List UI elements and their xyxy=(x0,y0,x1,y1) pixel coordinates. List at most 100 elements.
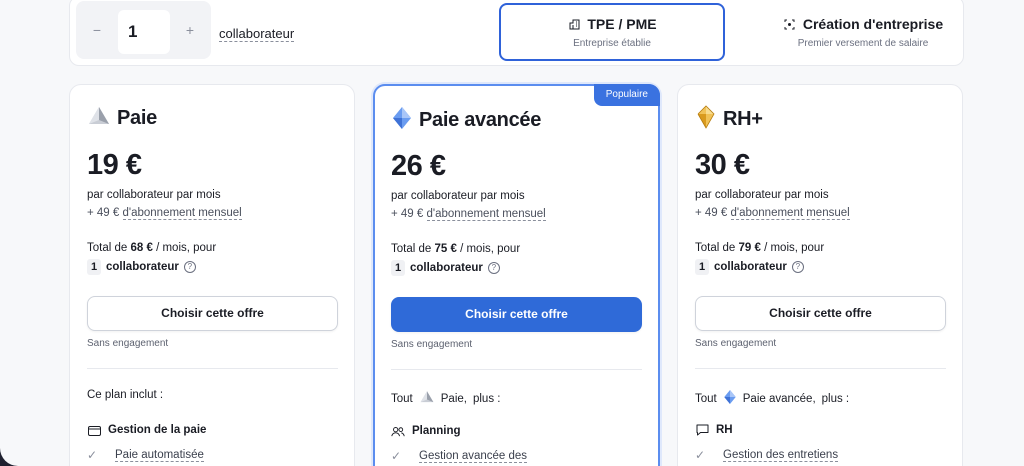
blue-gem-icon xyxy=(723,389,737,408)
tab-creation-entreprise[interactable]: Création d'entreprise Premier versement … xyxy=(750,3,976,61)
total-amount: 68 € xyxy=(130,242,153,254)
count-word: collaborateur xyxy=(410,262,483,274)
subscription-link[interactable]: d'abonnement mensuel xyxy=(730,207,850,220)
price-unit: par collaborateur par mois xyxy=(695,189,829,201)
sub-feature-label[interactable]: Gestion avancée des xyxy=(419,450,528,463)
sub-feature-label[interactable]: Gestion des entretiens xyxy=(723,449,839,462)
divider xyxy=(695,368,946,369)
plan-name: Paie avancée xyxy=(419,109,542,131)
feature-label: Gestion de la paie xyxy=(108,424,207,436)
total-suffix: / mois, pour xyxy=(156,242,217,254)
total-line: Total de 79 € / mois, pour xyxy=(695,242,824,254)
subscription-amount: + 49 € xyxy=(695,207,728,219)
subscription-line: + 49 € d'abonnement mensuel xyxy=(391,208,546,221)
collaborator-count-line: 1 collaborateur ? xyxy=(391,260,500,276)
plan-price: 30 € xyxy=(695,149,750,181)
sub-feature-item: ✓ Paie automatisée xyxy=(87,448,204,462)
total-prefix: Total de xyxy=(87,242,128,254)
help-icon[interactable]: ? xyxy=(487,262,500,274)
total-amount: 79 € xyxy=(738,242,761,254)
total-prefix: Total de xyxy=(391,243,432,255)
includes-prefix: Tout xyxy=(391,392,413,405)
subscription-line: + 49 € d'abonnement mensuel xyxy=(695,207,850,220)
subscription-link[interactable]: d'abonnement mensuel xyxy=(426,208,546,221)
no-commitment-note: Sans engagement xyxy=(391,339,473,350)
tab-creation-subtitle: Premier versement de salaire xyxy=(797,38,929,49)
feature-label: RH xyxy=(716,424,733,436)
no-commitment-note: Sans engagement xyxy=(695,338,777,349)
includes-suffix: plus : xyxy=(472,392,501,405)
includes-heading: Tout Paie avancée, plus : xyxy=(695,389,849,408)
help-icon[interactable]: ? xyxy=(183,261,196,273)
count-word: collaborateur xyxy=(106,261,179,273)
includes-label: Ce plan inclut : xyxy=(87,389,164,401)
count-chip: 1 xyxy=(695,259,709,275)
focus-icon xyxy=(783,17,797,31)
subscription-amount: + 49 € xyxy=(87,207,120,219)
pricing-page: − 1 + collaborateur TPE / PME Entreprise… xyxy=(0,0,1024,466)
includes-suffix: plus : xyxy=(821,392,850,405)
total-prefix: Total de xyxy=(695,242,736,254)
tab-tpe-pme-subtitle: Entreprise établie xyxy=(573,38,651,49)
tab-creation-label: Création d'entreprise xyxy=(802,16,944,32)
tab-tpe-pme[interactable]: TPE / PME Entreprise établie xyxy=(499,3,725,61)
feature-item: Planning xyxy=(391,424,461,438)
includes-prefix: Tout xyxy=(695,392,717,405)
total-line: Total de 68 € / mois, pour xyxy=(87,242,216,254)
choose-plan-button[interactable]: Choisir cette offre xyxy=(695,296,946,331)
price-unit: par collaborateur par mois xyxy=(391,190,525,202)
check-icon: ✓ xyxy=(87,448,98,462)
collaborator-count-line: 1 collaborateur ? xyxy=(87,259,196,275)
includes-plan-name: Paie avancée, xyxy=(742,392,816,405)
blue-gem-icon xyxy=(391,106,413,135)
choose-plan-button[interactable]: Choisir cette offre xyxy=(391,297,642,332)
plan-name: RH+ xyxy=(723,108,763,130)
chat-icon xyxy=(695,423,709,437)
sub-feature-item: ✓ Gestion avancée des xyxy=(391,449,528,463)
no-commitment-note: Sans engagement xyxy=(87,338,169,349)
subscription-link[interactable]: d'abonnement mensuel xyxy=(122,207,242,220)
divider xyxy=(391,369,642,370)
total-suffix: / mois, pour xyxy=(460,243,521,255)
plan-price: 19 € xyxy=(87,149,142,181)
total-line: Total de 75 € / mois, pour xyxy=(391,243,520,255)
users-icon xyxy=(391,424,405,438)
plan-card-rh-plus: RH+ 30 € par collaborateur par mois + 49… xyxy=(677,84,963,466)
collaborator-count-input[interactable]: 1 xyxy=(118,10,170,54)
feature-label: Planning xyxy=(412,425,461,437)
increment-button[interactable]: + xyxy=(180,20,200,40)
plan-price: 26 € xyxy=(391,150,446,182)
wallet-icon xyxy=(87,423,101,437)
includes-heading: Tout Paie, plus : xyxy=(391,390,500,407)
check-icon: ✓ xyxy=(391,449,402,463)
popular-badge: Populaire xyxy=(593,84,660,106)
choose-plan-button[interactable]: Choisir cette offre xyxy=(87,296,338,331)
plan-card-paie: Paie 19 € par collaborateur par mois + 4… xyxy=(69,84,355,466)
grey-pyramid-icon xyxy=(87,105,111,132)
count-word: collaborateur xyxy=(714,261,787,273)
feature-item: Gestion de la paie xyxy=(87,423,206,437)
building-icon xyxy=(567,17,581,31)
check-icon: ✓ xyxy=(695,448,706,462)
count-chip: 1 xyxy=(391,260,405,276)
sub-feature-label[interactable]: Paie automatisée xyxy=(115,449,204,462)
collaborator-stepper: − 1 + xyxy=(76,1,211,59)
total-amount: 75 € xyxy=(434,243,457,255)
tab-tpe-pme-label: TPE / PME xyxy=(587,16,657,32)
grey-pyramid-icon xyxy=(419,390,435,407)
includes-heading: Ce plan inclut : xyxy=(87,389,163,401)
feature-item: RH xyxy=(695,423,733,437)
count-chip: 1 xyxy=(87,259,101,275)
subscription-line: + 49 € d'abonnement mensuel xyxy=(87,207,242,220)
includes-plan-name: Paie, xyxy=(440,392,467,405)
divider xyxy=(87,368,338,369)
help-icon[interactable]: ? xyxy=(791,261,804,273)
collaborator-unit-label[interactable]: collaborateur xyxy=(219,26,295,42)
plan-name: Paie xyxy=(117,107,157,129)
plan-card-paie-avancee: Populaire Paie avancée 26 € par collabor… xyxy=(373,84,660,466)
sub-feature-item: ✓ Gestion des entretiens xyxy=(695,448,839,462)
subscription-amount: + 49 € xyxy=(391,208,424,220)
decrement-button[interactable]: − xyxy=(87,20,107,40)
collaborator-count-line: 1 collaborateur ? xyxy=(695,259,804,275)
plan-configurator: − 1 + collaborateur TPE / PME Entreprise… xyxy=(69,0,964,66)
